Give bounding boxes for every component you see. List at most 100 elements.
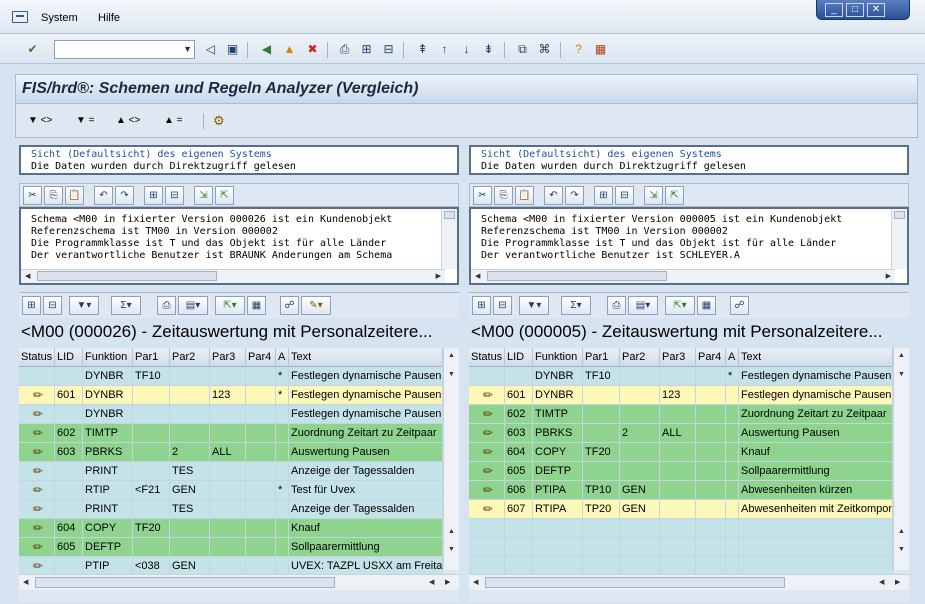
scroll-thumb[interactable] [35,577,335,588]
table-row[interactable]: ✏ PRINT TES Anzeige der Tagessalden [19,462,443,481]
previous-difference-button[interactable]: ▲ <> [116,115,140,126]
find-next-icon[interactable]: ⊟ [165,186,184,205]
scroll-up-icon[interactable]: ▲ [898,528,905,535]
layout-icon[interactable]: ▦ [697,296,716,315]
table-row[interactable]: ✏ 607 RTIPA TP20 GEN Abwesenheiten mit Zeitko… [469,500,893,519]
table-row[interactable] [469,538,893,557]
table-row[interactable]: DYNBR TF10 * Festlegen dynamische Pausen [19,367,443,386]
next-difference-button[interactable]: ▼ <> [28,115,52,126]
sum-icon[interactable]: Σ▾ [561,296,591,315]
table-row[interactable] [469,519,893,538]
copy-icon[interactable]: ⎘ [44,186,63,205]
details-icon[interactable]: ⊞ [472,296,491,315]
new-session-icon[interactable]: ⧉ [514,41,531,57]
table-row[interactable]: ✏ PRINT TES Anzeige der Tagessalden [19,500,443,519]
shortcut-icon[interactable]: ⌘ [536,41,553,57]
find-icon[interactable]: ⊞ [144,186,163,205]
next-equal-button[interactable]: ▼ = [76,115,95,126]
pencil-icon[interactable]: ✏ [471,483,493,497]
import-icon[interactable]: ⇲ [644,186,663,205]
column-header-lid[interactable]: LID [55,348,83,367]
paste-icon[interactable]: 📋 [515,186,534,205]
scroll-right-icon[interactable]: ▶ [445,578,450,586]
table-row[interactable]: ✏ 603 PBRKS 2 ALL Auswertung Pausen [19,443,443,462]
vertical-scrollbar[interactable]: ▲ ▼ ▲ ▼ [893,348,909,570]
vertical-scrollbar[interactable] [891,209,907,269]
vertical-scrollbar[interactable]: ▲ ▼ ▲ ▼ [443,348,459,570]
settings-icon[interactable]: ⚙ [213,113,225,129]
information-icon[interactable]: ☍ [280,296,299,315]
column-header-function[interactable]: Funktion [533,348,583,367]
column-header-par1[interactable]: Par1 [133,348,170,367]
print-icon[interactable]: ⎙ [157,296,176,315]
next-page-icon[interactable]: ↓ [458,41,475,57]
scroll-thumb[interactable] [37,271,217,281]
scroll-left-icon[interactable]: ◀ [473,578,478,586]
undo-icon[interactable]: ↶ [544,186,563,205]
column-header-text[interactable]: Text [289,348,443,367]
pencil-icon[interactable]: ✏ [471,464,493,478]
scroll-up-icon[interactable]: ▲ [448,352,455,359]
pencil-icon[interactable]: ✏ [21,483,43,497]
column-header-a[interactable]: A [276,348,289,367]
column-header-status[interactable]: Status [469,348,505,367]
scroll-left-icon[interactable]: ◀ [23,578,28,586]
table-row[interactable]: ✏ 602 TIMTP Zuordnung Zeitart zu Zeitpaar [19,424,443,443]
copy-icon[interactable]: ⎘ [494,186,513,205]
table-row[interactable]: ✏ 603 PBRKS 2 ALL Auswertung Pausen [469,424,893,443]
column-header-text[interactable]: Text [739,348,893,367]
pencil-icon[interactable]: ✏ [21,502,43,516]
scroll-up-icon[interactable]: ▲ [898,352,905,359]
arrow-left-icon[interactable]: ◁ [202,41,219,57]
column-header-status[interactable]: Status [19,348,55,367]
pencil-icon[interactable]: ✏ [471,407,493,421]
scroll-up-icon[interactable]: ▲ [448,528,455,535]
scroll-right-icon[interactable]: ▶ [436,272,441,280]
paste-icon[interactable]: 📋 [65,186,84,205]
menu-help[interactable]: Hilfe [98,12,120,24]
pencil-icon[interactable]: ✏ [21,464,43,478]
print-icon[interactable]: ⎙ [607,296,626,315]
find-icon[interactable]: ⊞ [594,186,613,205]
pencil-icon[interactable]: ✏ [21,388,43,402]
previous-equal-button[interactable]: ▲ = [164,115,183,126]
scroll-left-icon[interactable]: ◀ [879,578,884,586]
scroll-left-icon[interactable]: ◀ [25,272,30,280]
layout-icon[interactable]: ▦ [247,296,266,315]
undo-icon[interactable]: ↶ [94,186,113,205]
pencil-icon[interactable]: ✏ [471,445,493,459]
help-icon[interactable]: ? [570,41,587,57]
table-row[interactable]: DYNBR TF10 * Festlegen dynamische Pausen [469,367,893,386]
table-row[interactable]: ✏ 605 DEFTP Sollpaarermittlung [19,538,443,557]
column-header-par4[interactable]: Par4 [246,348,276,367]
scroll-left-icon[interactable]: ◀ [429,578,434,586]
minimize-icon[interactable]: _ [825,3,843,17]
pencil-icon[interactable]: ✏ [471,388,493,402]
table-row[interactable]: ✏ 601 DYNBR 123 * Festlegen dynamische Pausen [19,386,443,405]
column-header-par1[interactable]: Par1 [583,348,620,367]
scroll-right-icon[interactable]: ▶ [886,272,891,280]
pencil-icon[interactable]: ✏ [21,426,43,440]
cancel-icon[interactable]: ✖ [304,41,321,57]
table-row[interactable]: ✏ 605 DEFTP Sollpaarermittlung [469,462,893,481]
find-next-icon[interactable]: ⊟ [615,186,634,205]
column-header-par2[interactable]: Par2 [620,348,660,367]
redo-icon[interactable]: ↷ [115,186,134,205]
column-header-lid[interactable]: LID [505,348,533,367]
chevron-down-icon[interactable]: ▼ [183,44,192,54]
scroll-left-icon[interactable]: ◀ [475,272,480,280]
column-header-par2[interactable]: Par2 [170,348,210,367]
table-row[interactable]: ✏ 606 PTIPA TP10 GEN Abwesenheiten kürzen [469,481,893,500]
pencil-icon[interactable]: ✏ [21,521,43,535]
find-next-icon[interactable]: ⊟ [380,41,397,57]
schema-text[interactable]: Schema <M00 in fixierter Version 000005 … [469,207,909,285]
table-row[interactable]: ✏ RTIP <F21 GEN * Test für Uvex [19,481,443,500]
horizontal-scrollbar[interactable]: ◀ ▶ [21,269,445,283]
command-field[interactable]: ▼ [54,40,195,59]
scroll-thumb[interactable] [487,271,667,281]
table-row[interactable]: ✏ DYNBR Festlegen dynamische Pausen [19,405,443,424]
scroll-thumb[interactable] [485,577,785,588]
pencil-icon[interactable]: ✏ [21,540,43,554]
information-icon[interactable]: ☍ [730,296,749,315]
filter-icon[interactable]: ▼▾ [519,296,549,315]
